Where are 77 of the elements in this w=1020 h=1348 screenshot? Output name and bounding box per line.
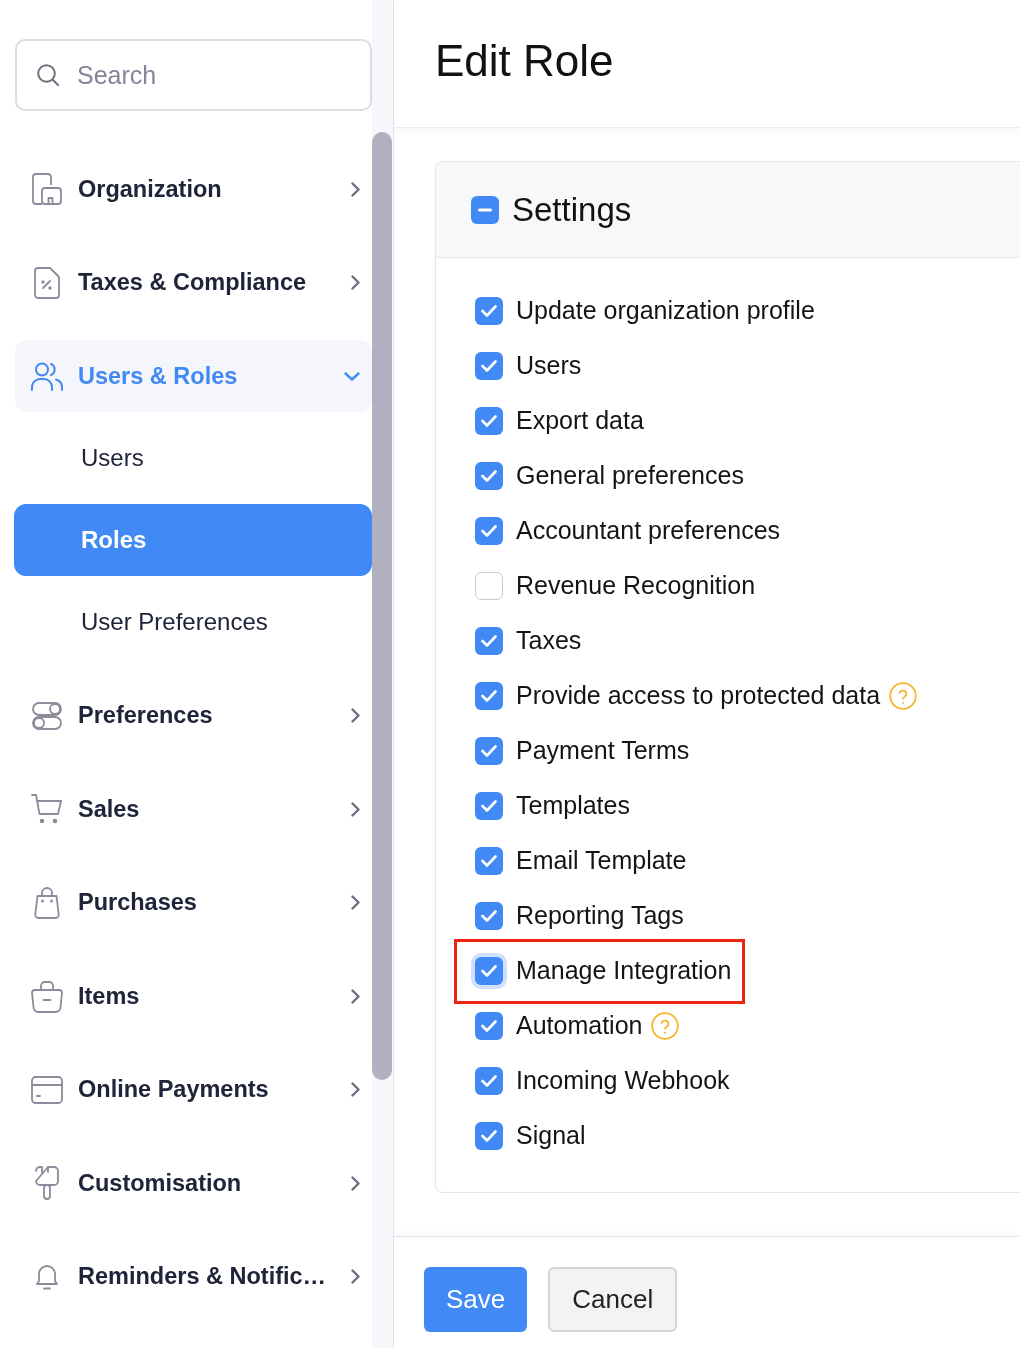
permission-label: Export data <box>516 406 644 435</box>
checkbox[interactable] <box>475 1121 503 1150</box>
checkmark-icon <box>481 469 497 482</box>
nav-item[interactable]: Reminders & Notific… <box>15 1240 372 1313</box>
checkmark-icon <box>481 854 497 867</box>
help-icon[interactable] <box>889 681 918 710</box>
permission-label: Accountant preferences <box>516 516 781 545</box>
checkbox[interactable] <box>475 571 503 600</box>
checkmark-icon <box>481 744 497 757</box>
nav-item[interactable]: Organization <box>15 153 372 225</box>
checkmark-icon <box>481 799 497 812</box>
checkbox[interactable] <box>475 1011 503 1040</box>
permission-label: Provide access to protected data <box>516 681 881 710</box>
cancel-button[interactable]: Cancel <box>548 1267 678 1332</box>
scrollbar-thumb[interactable] <box>372 132 392 1080</box>
checkmark-icon <box>481 689 497 702</box>
permission-label: Email Template <box>516 846 687 875</box>
checkbox[interactable] <box>475 296 503 325</box>
nav-subitem[interactable]: Users <box>14 422 372 494</box>
toggles-icon <box>32 701 62 730</box>
checkbox[interactable] <box>475 901 503 930</box>
permission-label: Automation <box>516 1011 643 1040</box>
permission-label: General preferences <box>516 461 744 490</box>
users-icon <box>31 361 63 391</box>
checkbox[interactable] <box>475 791 503 820</box>
checkmark-icon <box>481 1074 497 1087</box>
checkbox[interactable] <box>475 736 503 765</box>
shopping-bag-icon <box>34 886 60 919</box>
building-icon <box>32 173 62 205</box>
permission-label: Users <box>516 351 582 380</box>
search-field[interactable]: Search <box>15 39 372 111</box>
percent-document-icon <box>34 266 60 299</box>
permission-label: Payment Terms <box>516 736 690 765</box>
checkbox[interactable] <box>475 461 503 490</box>
minus-icon <box>478 207 492 212</box>
nav-item[interactable]: Purchases <box>15 866 372 939</box>
permission-label: Reporting Tags <box>516 901 684 930</box>
checkbox[interactable] <box>475 406 503 435</box>
checkbox[interactable] <box>475 681 503 710</box>
checkbox[interactable] <box>475 626 503 655</box>
card-title: Settings <box>512 190 632 229</box>
nav-item[interactable]: Taxes & Compliance <box>15 246 372 319</box>
checkbox[interactable] <box>475 1066 503 1095</box>
bell-icon <box>36 1263 58 1290</box>
nav-item[interactable]: Customisation <box>15 1147 372 1219</box>
checkbox[interactable] <box>475 846 503 875</box>
checkbox[interactable] <box>475 351 503 380</box>
checkmark-icon <box>481 909 497 922</box>
select-all-checkbox[interactable] <box>471 195 499 224</box>
nav-item[interactable]: Preferences <box>15 679 372 752</box>
brush-icon <box>35 1166 59 1200</box>
checkmark-icon <box>481 634 497 647</box>
permission-label: Taxes <box>516 626 582 655</box>
checkmark-icon <box>481 414 497 427</box>
basket-icon <box>31 979 63 1013</box>
cart-icon <box>31 794 63 824</box>
help-icon[interactable] <box>651 1011 680 1040</box>
checkbox[interactable] <box>475 516 503 545</box>
permission-label: Revenue Recognition <box>516 571 756 600</box>
nav-subitem[interactable]: User Preferences <box>14 586 372 658</box>
checkmark-icon <box>481 524 497 537</box>
permission-label: Update organization profile <box>516 296 815 325</box>
nav-item[interactable]: Items <box>15 960 372 1032</box>
checkmark-icon <box>481 1129 497 1142</box>
permission-label: Manage Integration <box>516 956 732 985</box>
credit-card-icon <box>31 1075 63 1104</box>
checkmark-icon <box>481 964 497 977</box>
search-icon <box>37 64 59 86</box>
checkmark-icon <box>481 304 497 317</box>
permission-label: Templates <box>516 791 630 820</box>
checkmark-icon <box>481 1019 497 1032</box>
checkmark-icon <box>481 359 497 372</box>
nav-item[interactable]: Online Payments <box>15 1053 372 1126</box>
page-title: Edit Role <box>435 36 614 87</box>
nav-item[interactable]: Sales <box>15 773 372 845</box>
permission-label: Incoming Webhook <box>516 1066 730 1095</box>
permission-label: Signal <box>516 1121 586 1150</box>
